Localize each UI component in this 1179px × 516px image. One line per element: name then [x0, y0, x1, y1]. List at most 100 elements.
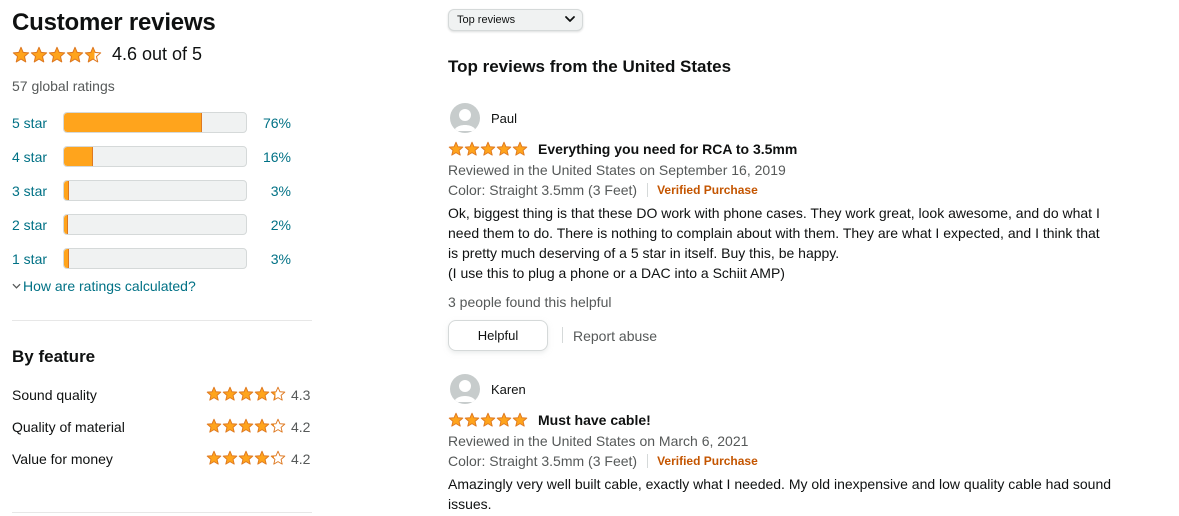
how-ratings-calculated-text[interactable]: How are ratings calculated? — [23, 278, 196, 294]
review-body-line: need them to do. There is nothing to com… — [448, 225, 1100, 241]
how-ratings-calculated-link[interactable]: How are ratings calculated? — [12, 278, 196, 294]
feature-name: Sound quality — [12, 387, 97, 403]
star-icon — [222, 418, 238, 433]
overall-rating-text: 4.6 out of 5 — [112, 44, 203, 64]
histogram-row-3-star[interactable]: 3 star 3% — [12, 180, 312, 202]
feature-stars — [206, 450, 286, 466]
review-body: Ok, biggest thing is that these DO work … — [448, 203, 1138, 283]
star-icon — [254, 450, 270, 465]
star-icon — [66, 46, 84, 62]
histogram-bar-fill — [64, 215, 68, 234]
star-icon — [512, 141, 528, 156]
star-icon — [254, 386, 270, 401]
divider — [12, 512, 312, 513]
chevron-down-icon — [12, 283, 21, 289]
review-body-line: is pretty much deserving of a 5 star in … — [448, 245, 840, 261]
top-reviews-title: Top reviews from the United States — [448, 57, 732, 76]
star-icon — [84, 46, 102, 62]
histogram-percent[interactable]: 3% — [271, 183, 291, 199]
histogram-row-5-star[interactable]: 5 star 76% — [12, 112, 312, 134]
review-title[interactable]: Must have cable! — [538, 412, 651, 428]
star-icon — [448, 412, 464, 427]
star-icon — [238, 386, 254, 401]
histogram-row-1-star[interactable]: 1 star 3% — [12, 248, 312, 270]
verified-purchase-badge: Verified Purchase — [657, 454, 758, 468]
star-icon — [222, 450, 238, 465]
star-icon — [270, 418, 286, 433]
histogram-bar[interactable] — [63, 214, 247, 235]
histogram-bar-fill — [64, 181, 70, 200]
histogram-percent[interactable]: 16% — [263, 149, 291, 165]
star-icon — [238, 418, 254, 433]
helpful-button[interactable]: Helpful — [448, 320, 548, 351]
star-icon — [30, 46, 48, 62]
histogram-label[interactable]: 3 star — [12, 183, 47, 199]
histogram-label[interactable]: 1 star — [12, 251, 47, 267]
star-icon — [48, 46, 66, 62]
histogram-percent[interactable]: 2% — [271, 217, 291, 233]
histogram-bar[interactable] — [63, 146, 247, 167]
reviewer-name[interactable]: Karen — [491, 382, 526, 397]
feature-name: Value for money — [12, 451, 113, 467]
feature-rating-value: 4.2 — [291, 419, 311, 435]
review-body-line: issues. — [448, 496, 492, 512]
feature-row: Sound quality 4.3 — [12, 384, 312, 406]
user-avatar-icon[interactable] — [450, 103, 480, 133]
review-body-line: Ok, biggest thing is that these DO work … — [448, 205, 1100, 221]
histogram-percent[interactable]: 76% — [263, 115, 291, 131]
star-icon — [238, 450, 254, 465]
star-icon — [254, 418, 270, 433]
histogram-bar[interactable] — [63, 248, 247, 269]
histogram-label[interactable]: 4 star — [12, 149, 47, 165]
feature-row: Value for money 4.2 — [12, 448, 312, 470]
separator — [647, 183, 649, 197]
histogram-bar[interactable] — [63, 112, 247, 133]
star-icon — [512, 412, 528, 427]
feature-rating-value: 4.2 — [291, 451, 311, 467]
helpful-count: 3 people found this helpful — [448, 294, 612, 310]
report-abuse-link[interactable]: Report abuse — [573, 328, 657, 344]
histogram-percent[interactable]: 3% — [271, 251, 291, 267]
review-body-line: (I use this to plug a phone or a DAC int… — [448, 265, 785, 281]
sort-reviews-dropdown[interactable]: Top reviews — [448, 9, 583, 31]
separator — [647, 454, 649, 468]
reviewer-name[interactable]: Paul — [491, 111, 517, 126]
sort-selected-value[interactable]: Top reviews — [457, 14, 515, 26]
star-icon — [480, 412, 496, 427]
divider — [12, 320, 312, 321]
overall-rating: 4.6 out of 5 — [12, 44, 202, 65]
review-card: Paul Everything you need for RCA to 3.5m… — [448, 103, 1148, 363]
feature-rating-value: 4.3 — [291, 387, 311, 403]
histogram-bar[interactable] — [63, 180, 247, 201]
review-variant[interactable]: Color: Straight 3.5mm (3 Feet) — [448, 182, 637, 198]
review-date: Reviewed in the United States on Septemb… — [448, 162, 786, 178]
histogram-bar-fill — [64, 249, 70, 268]
star-icon — [206, 386, 222, 401]
review-meta: Color: Straight 3.5mm (3 Feet) Verified … — [448, 182, 758, 198]
star-icon — [206, 418, 222, 433]
histogram-row-2-star[interactable]: 2 star 2% — [12, 214, 312, 236]
histogram-bar-fill — [64, 147, 94, 166]
review-variant[interactable]: Color: Straight 3.5mm (3 Feet) — [448, 453, 637, 469]
review-stars[interactable] — [448, 412, 528, 428]
user-avatar-icon[interactable] — [450, 374, 480, 404]
histogram-row-4-star[interactable]: 4 star 16% — [12, 146, 312, 168]
histogram-label[interactable]: 5 star — [12, 115, 47, 131]
review-date: Reviewed in the United States on March 6… — [448, 433, 749, 449]
verified-purchase-badge: Verified Purchase — [657, 183, 758, 197]
review-body: Amazingly very well built cable, exactly… — [448, 474, 1138, 514]
feature-stars — [206, 386, 286, 402]
overall-stars — [12, 46, 102, 64]
histogram-label[interactable]: 2 star — [12, 217, 47, 233]
review-stars[interactable] — [448, 141, 528, 157]
review-meta: Color: Straight 3.5mm (3 Feet) Verified … — [448, 453, 758, 469]
review-body-line: Amazingly very well built cable, exactly… — [448, 476, 1112, 492]
star-icon — [12, 46, 30, 62]
review-title[interactable]: Everything you need for RCA to 3.5mm — [538, 141, 797, 157]
by-feature-title: By feature — [12, 347, 96, 366]
star-icon — [496, 141, 512, 156]
histogram-bar-fill — [64, 113, 203, 132]
star-icon — [448, 141, 464, 156]
star-icon — [496, 412, 512, 427]
star-icon — [270, 450, 286, 465]
